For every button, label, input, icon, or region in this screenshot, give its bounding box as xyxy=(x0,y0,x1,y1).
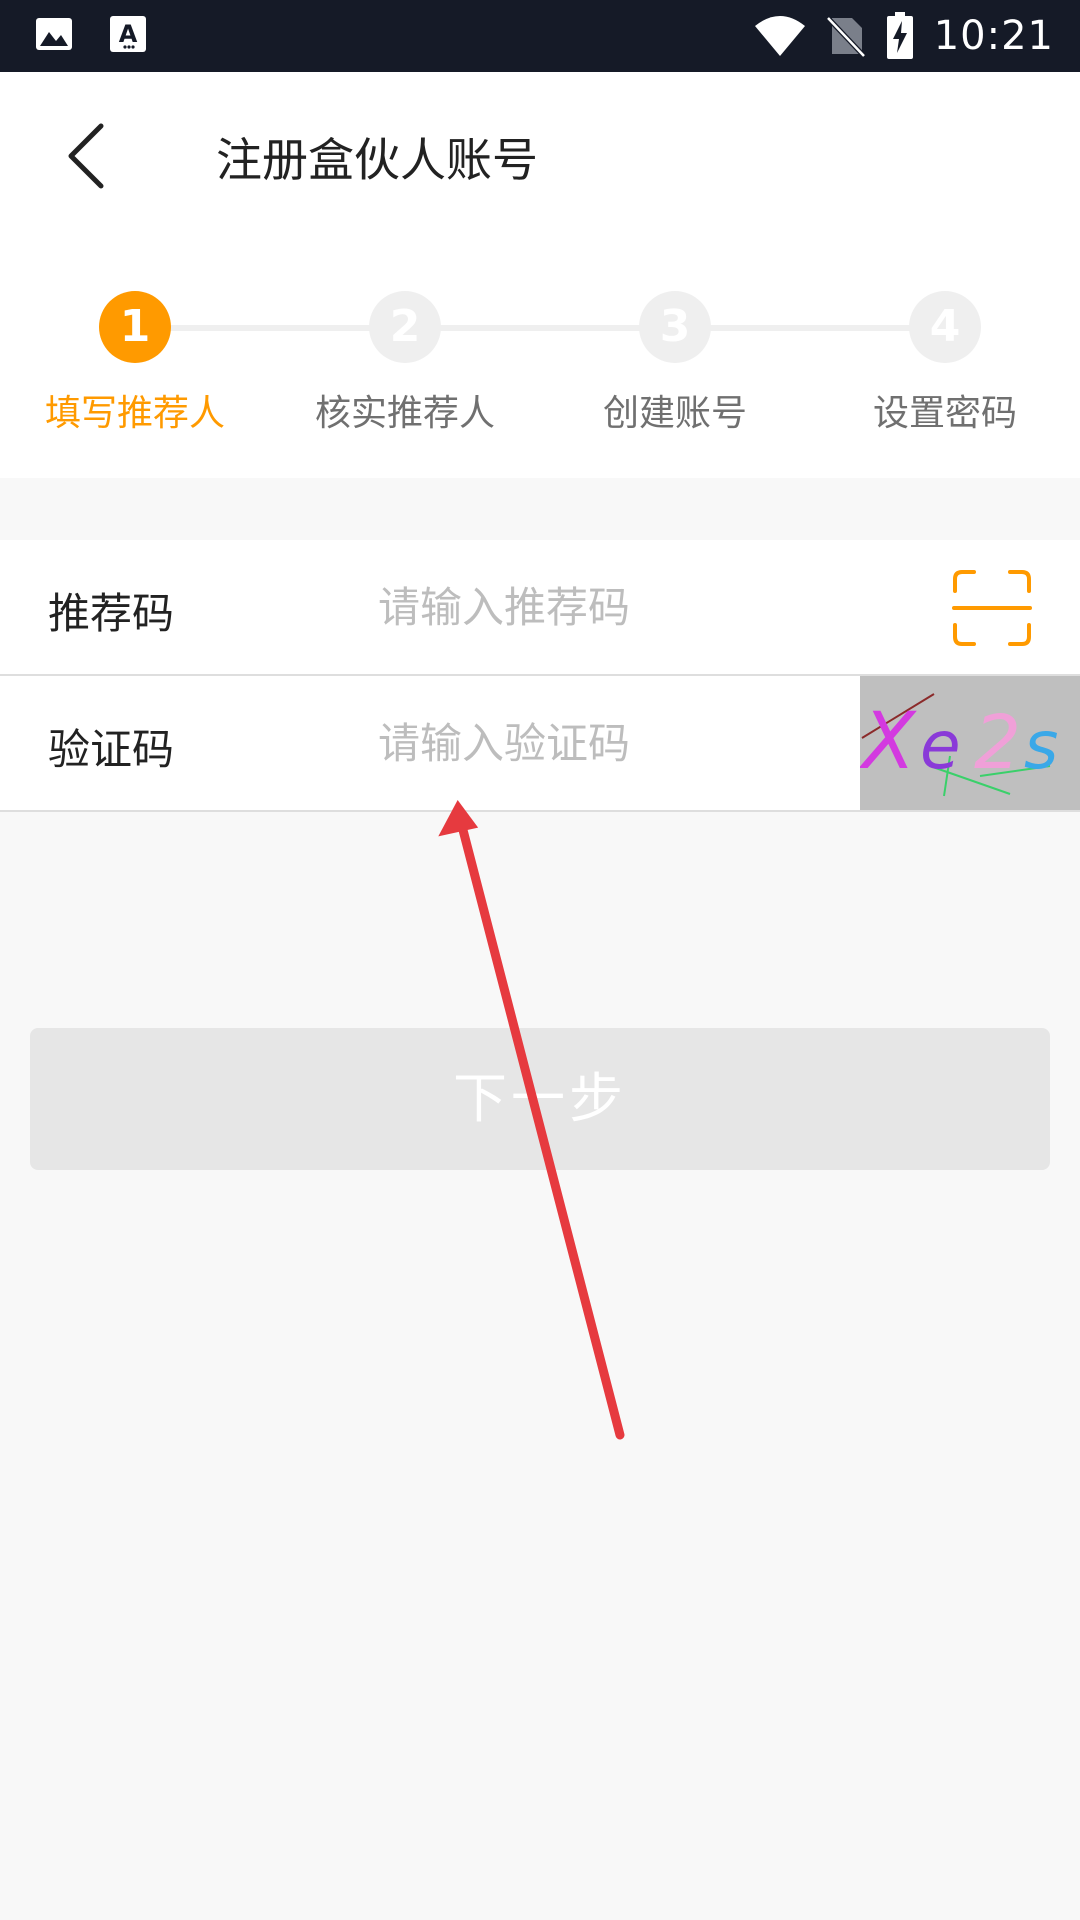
back-button[interactable] xyxy=(50,118,120,198)
captcha-char-3: 2 xyxy=(974,700,1021,786)
image-icon xyxy=(34,14,74,54)
step-number: 4 xyxy=(909,291,981,363)
step-number: 2 xyxy=(369,291,441,363)
scan-button[interactable] xyxy=(952,569,1032,647)
step-label: 创建账号 xyxy=(602,393,747,434)
step-number: 1 xyxy=(99,291,171,363)
scan-icon xyxy=(952,570,1032,651)
captcha-char-1: X xyxy=(860,697,917,787)
referral-code-label: 推荐码 xyxy=(48,589,175,638)
status-time: 10:21 xyxy=(933,13,1054,59)
captcha-row: 验证码 X e 2 s xyxy=(0,676,1080,812)
step-label: 填写推荐人 xyxy=(44,393,225,434)
captcha-input[interactable] xyxy=(378,704,838,782)
referral-code-row: 推荐码 xyxy=(0,540,1080,676)
step-connector xyxy=(135,325,945,331)
next-step-button[interactable]: 下一步 xyxy=(30,1028,1050,1170)
captcha-label: 验证码 xyxy=(48,725,175,774)
page-title: 注册盒伙人账号 xyxy=(216,133,538,187)
step-number: 3 xyxy=(639,291,711,363)
captcha-image[interactable]: X e 2 s xyxy=(858,676,1080,810)
step-label: 核实推荐人 xyxy=(314,393,495,434)
wifi-icon xyxy=(754,14,806,58)
progress-stepper: 1 填写推荐人 2 核实推荐人 3 创建账号 4 设置密码 xyxy=(0,242,1080,478)
captcha-char-2: e xyxy=(920,707,961,784)
referral-code-input[interactable] xyxy=(378,568,858,646)
captcha-graphic: X e 2 s xyxy=(858,676,1080,810)
status-bar: A 10:21 xyxy=(0,0,1080,72)
battery-charging-icon xyxy=(886,12,914,60)
captcha-char-4: s xyxy=(1024,707,1058,784)
svg-text:A: A xyxy=(119,20,138,48)
step-label: 设置密码 xyxy=(872,393,1017,434)
no-sim-icon xyxy=(825,14,866,58)
header: 注册盒伙人账号 xyxy=(0,72,1080,242)
text-a-icon: A xyxy=(108,14,148,54)
chevron-left-icon xyxy=(63,120,107,196)
